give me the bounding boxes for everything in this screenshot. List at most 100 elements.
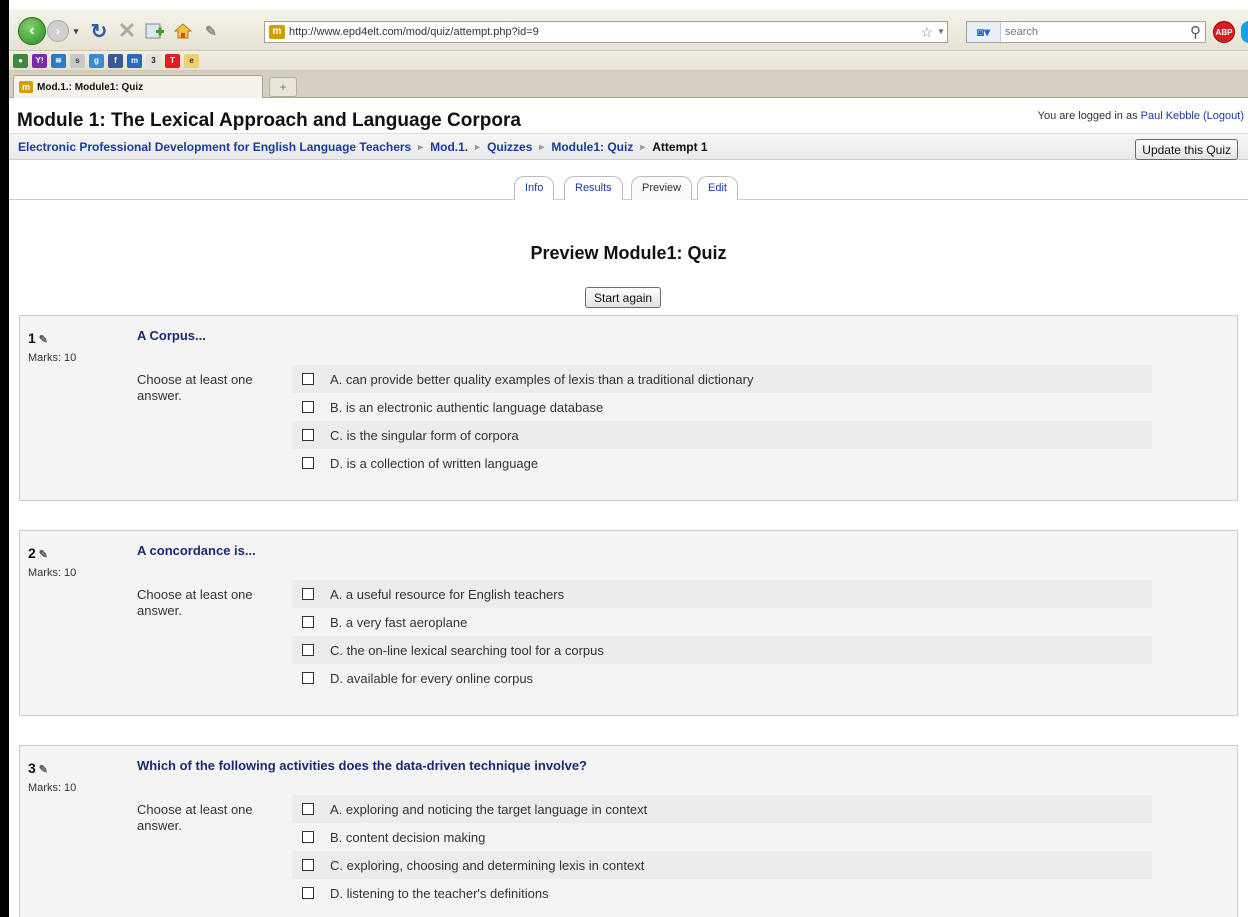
answer-label: B. a very fast aeroplane [330, 614, 468, 630]
answer-option[interactable]: B. content decision making [292, 823, 1152, 851]
bookmark-icon[interactable]: m [127, 53, 142, 68]
answer-label: D. is a collection of written language [330, 455, 539, 471]
answer-label: A. a useful resource for English teacher… [330, 586, 565, 602]
answer-option[interactable]: D. listening to the teacher's definition… [292, 879, 1152, 907]
question-number-text: 1 [28, 330, 36, 346]
answer-checkbox[interactable] [302, 373, 314, 385]
browser-tab-title: Mod.1.: Module1: Quiz [37, 81, 144, 93]
new-tab-button[interactable]: + [269, 77, 297, 97]
reload-icon[interactable]: ↻ [87, 18, 111, 44]
bookmark-add-icon[interactable] [143, 18, 167, 44]
answer-checkbox[interactable] [302, 457, 314, 469]
tab-preview[interactable]: Preview [631, 176, 693, 200]
update-quiz-button[interactable]: Update this Quiz [1135, 139, 1238, 160]
breadcrumb-current: Attempt 1 [652, 140, 708, 154]
answer-checkbox[interactable] [302, 644, 314, 656]
forward-arrow-icon[interactable]: › [47, 20, 69, 42]
preview-heading: Preview Module1: Quiz [530, 243, 727, 263]
history-dropdown-icon[interactable]: ▾ [71, 18, 81, 44]
tab-info[interactable]: Info [514, 176, 555, 200]
home-icon[interactable] [171, 18, 195, 44]
answer-checkbox[interactable] [302, 672, 314, 684]
search-bar[interactable]: ◙▾ ⚲ [966, 21, 1206, 43]
answer-option[interactable]: A. exploring and noticing the target lan… [292, 795, 1152, 823]
skype-icon[interactable] [1241, 21, 1248, 43]
login-info: You are logged in as Paul Kebble (Logout… [1038, 110, 1244, 122]
question-number-text: 2 [28, 545, 36, 561]
window-frame-left [0, 0, 9, 917]
facebook-icon[interactable]: f [108, 53, 123, 68]
answer-option[interactable]: A. a useful resource for English teacher… [292, 580, 1152, 608]
address-bar[interactable]: m http://www.epd4elt.com/mod/quiz/attemp… [264, 21, 948, 43]
page-content: Module 1: The Lexical Approach and Langu… [9, 98, 1248, 917]
url-dropdown-icon[interactable]: ▼ [937, 27, 945, 36]
breadcrumb-link-module[interactable]: Mod.1. [430, 140, 468, 154]
question-marks: Marks: 10 [28, 352, 77, 364]
quiz-tabs: Info Results Preview Edit [9, 174, 1248, 200]
question-3: 3 ✎ Marks: 10 Which of the following acti… [19, 745, 1238, 917]
tab-edit[interactable]: Edit [697, 176, 738, 200]
breadcrumb-link-quiz[interactable]: Module1: Quiz [551, 140, 633, 154]
answer-checkbox[interactable] [302, 887, 314, 899]
logout-link[interactable]: (Logout) [1203, 110, 1244, 122]
answer-option[interactable]: A. can provide better quality examples o… [292, 365, 1152, 393]
answer-option[interactable]: B. a very fast aeroplane [292, 608, 1152, 636]
ebay-icon[interactable]: e [184, 53, 199, 68]
answer-checkbox[interactable] [302, 831, 314, 843]
answer-list: A. can provide better quality examples o… [292, 365, 1152, 477]
stop-icon[interactable]: ✕ [115, 18, 139, 44]
answer-checkbox[interactable] [302, 859, 314, 871]
question-text: A Corpus... [137, 328, 206, 343]
breadcrumb-separator-icon: ► [537, 142, 547, 152]
answer-checkbox[interactable] [302, 429, 314, 441]
address-url[interactable]: http://www.epd4elt.com/mod/quiz/attempt.… [289, 26, 539, 38]
edit-pencil-icon[interactable]: ✎ [39, 549, 48, 561]
answer-label: D. listening to the teacher's definition… [330, 885, 549, 901]
answer-option[interactable]: D. available for every online corpus [292, 664, 1152, 692]
answer-checkbox[interactable] [302, 401, 314, 413]
edit-pencil-icon[interactable]: ✎ [39, 764, 48, 776]
browser-tab[interactable]: m Mod.1.: Module1: Quiz [13, 75, 263, 98]
answer-label: C. the on-line lexical searching tool fo… [330, 642, 604, 658]
answer-option[interactable]: B. is an electronic authentic language d… [292, 393, 1152, 421]
edit-pencil-icon[interactable]: ✎ [39, 334, 48, 346]
answer-checkbox[interactable] [302, 616, 314, 628]
search-engine-icon[interactable]: ◙▾ [967, 22, 1001, 42]
question-text: Which of the following activities does t… [137, 758, 587, 773]
answer-option[interactable]: D. is a collection of written language [292, 449, 1152, 477]
adblock-icon[interactable]: ABP [1213, 21, 1235, 43]
star-icon[interactable]: ☆ [920, 24, 933, 41]
bookmark-icon[interactable]: ● [13, 53, 28, 68]
bookmark-icon[interactable]: s [70, 53, 85, 68]
bookmark-icon[interactable]: g [89, 53, 104, 68]
start-again-button[interactable]: Start again [585, 287, 662, 308]
bookmark-icon[interactable]: ≋ [51, 53, 66, 68]
question-instruction: Choose at least one answer. [137, 802, 253, 833]
question-marks: Marks: 10 [28, 782, 77, 794]
yahoo-icon[interactable]: Y! [32, 53, 47, 68]
browser-toolbar: ‹ › ▾ ↻ ✕ ✎ m http://www.epd4elt.com/mod… [9, 9, 1248, 51]
answer-list: A. a useful resource for English teacher… [292, 580, 1152, 692]
question-instruction: Choose at least one answer. [137, 372, 253, 403]
tools-icon[interactable]: ✎ [199, 18, 223, 44]
answer-checkbox[interactable] [302, 588, 314, 600]
user-link[interactable]: Paul Kebble [1141, 110, 1200, 122]
magnifier-icon[interactable]: ⚲ [1190, 23, 1201, 41]
question-number-text: 3 [28, 760, 36, 776]
answer-label: A. can provide better quality examples o… [330, 371, 754, 387]
answer-list: A. exploring and noticing the target lan… [292, 795, 1152, 907]
bookmark-icon[interactable]: 3 [146, 53, 161, 68]
answer-option[interactable]: C. exploring, choosing and determining l… [292, 851, 1152, 879]
breadcrumb-link-quizzes[interactable]: Quizzes [487, 140, 532, 154]
answer-checkbox[interactable] [302, 803, 314, 815]
back-arrow-icon[interactable]: ‹ [18, 17, 46, 45]
search-input[interactable] [1005, 26, 1155, 38]
tab-results[interactable]: Results [564, 176, 623, 200]
site-favicon-icon: m [269, 25, 285, 39]
breadcrumb: Electronic Professional Development for … [18, 140, 708, 154]
breadcrumb-separator-icon: ► [473, 142, 483, 152]
answer-option[interactable]: C. is the singular form of corpora [292, 421, 1152, 449]
bookmark-icon[interactable]: T [165, 53, 180, 68]
breadcrumb-link-course[interactable]: Electronic Professional Development for … [18, 140, 411, 154]
answer-option[interactable]: C. the on-line lexical searching tool fo… [292, 636, 1152, 664]
